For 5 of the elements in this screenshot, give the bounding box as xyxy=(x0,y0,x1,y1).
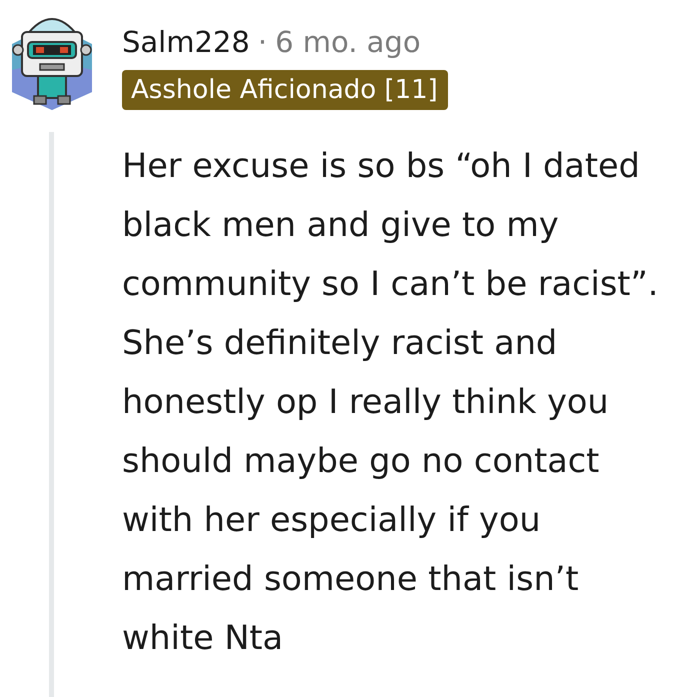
user-flair: Asshole Aficionado [11] xyxy=(122,70,448,110)
timestamp: 6 mo. ago xyxy=(275,24,421,60)
separator-dot: · xyxy=(258,24,268,60)
comment-text: Her excuse is so bs “oh I dated black men and give to my community so I can’t be racist”. She’s definitely racist and honestly op I really think you should maybe go no contact with her especially if you married someone that isn’t white Nta xyxy=(122,145,660,659)
username[interactable]: Salm228 xyxy=(122,24,250,60)
